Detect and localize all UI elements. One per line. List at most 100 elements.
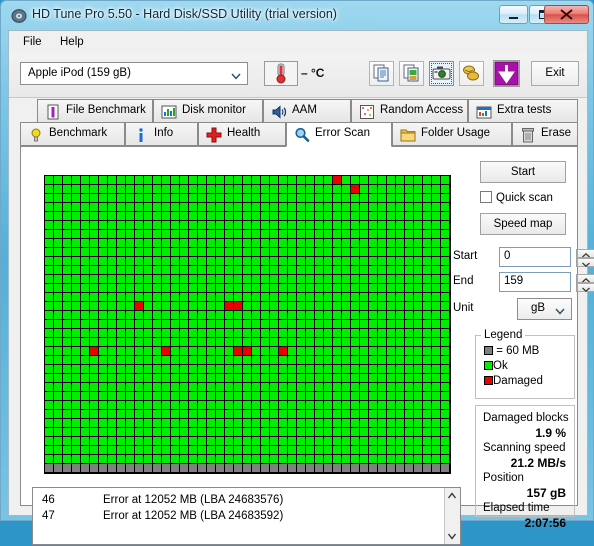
block-map[interactable]	[44, 175, 451, 474]
minimize-button[interactable]	[499, 5, 528, 24]
block-cell	[378, 419, 386, 427]
unit-select[interactable]: gB	[517, 298, 572, 320]
menu-file[interactable]: File	[17, 35, 48, 50]
camera-icon[interactable]	[429, 61, 454, 86]
scroll-down-icon[interactable]	[445, 529, 459, 543]
block-cell	[360, 464, 368, 472]
block-cell	[297, 419, 305, 427]
log-scrollbar[interactable]	[444, 488, 460, 544]
block-cell	[162, 248, 170, 256]
block-cell	[261, 320, 269, 328]
block-cell	[135, 311, 143, 319]
drive-select[interactable]: Apple iPod (159 gB)	[20, 62, 248, 85]
tab-erase[interactable]: Erase	[512, 122, 578, 146]
block-cell	[414, 446, 422, 454]
block-cell	[243, 212, 251, 220]
block-cell	[333, 203, 341, 211]
block-cell	[144, 212, 152, 220]
block-cell	[315, 212, 323, 220]
block-cell	[243, 374, 251, 382]
block-cell	[171, 275, 179, 283]
tab-aam[interactable]: AAM	[263, 99, 351, 123]
quick-scan-checkbox[interactable]: Quick scan	[480, 191, 553, 204]
tab-file-benchmark[interactable]: File Benchmark	[37, 99, 153, 123]
block-cell	[432, 419, 440, 427]
block-cell	[432, 320, 440, 328]
tab-folder-usage[interactable]: Folder Usage	[392, 122, 512, 146]
checkbox-box	[480, 191, 492, 203]
block-cell	[189, 455, 197, 463]
block-cell	[387, 464, 395, 472]
block-cell	[45, 239, 53, 247]
block-cell	[189, 266, 197, 274]
block-cell	[396, 230, 404, 238]
block-cell	[396, 176, 404, 184]
block-cell	[81, 428, 89, 436]
block-cell	[270, 410, 278, 418]
menu-help-label: Help	[60, 36, 84, 48]
tab-error-scan[interactable]: Error Scan	[286, 122, 392, 147]
scroll-up-icon[interactable]	[445, 489, 459, 503]
spin-down-icon[interactable]	[577, 283, 594, 293]
toolbar: Apple iPod (159 gB) – °C Exit	[9, 53, 587, 98]
block-cell	[108, 257, 116, 265]
error-log[interactable]: 46 Error at 12052 MB (LBA 24683576) 47 E…	[32, 487, 461, 545]
block-cell	[252, 302, 260, 310]
block-cell	[162, 320, 170, 328]
tab-benchmark[interactable]: Benchmark	[20, 122, 125, 146]
tab-info[interactable]: Info	[125, 122, 198, 146]
stat-value-position: 157 gB	[526, 486, 566, 500]
block-cell	[234, 176, 242, 184]
start-input[interactable]: 0	[499, 247, 594, 268]
block-cell	[369, 455, 377, 463]
block-cell	[189, 464, 197, 472]
block-cell	[360, 428, 368, 436]
end-input[interactable]: 159	[499, 272, 594, 293]
exit-button[interactable]: Exit	[531, 61, 579, 86]
block-cell	[261, 203, 269, 211]
block-cell	[234, 392, 242, 400]
block-cell	[207, 266, 215, 274]
block-cell	[81, 311, 89, 319]
gold-coins-icon[interactable]	[459, 61, 484, 86]
block-cell	[396, 419, 404, 427]
block-cell	[441, 347, 449, 355]
end-spinner-row: End 159	[453, 272, 594, 293]
block-cell	[297, 446, 305, 454]
copy-document-icon[interactable]	[369, 61, 394, 86]
block-cell	[414, 428, 422, 436]
start-button[interactable]: Start	[480, 161, 566, 183]
block-cell	[135, 374, 143, 382]
block-cell	[270, 311, 278, 319]
tab-health[interactable]: Health	[198, 122, 286, 146]
speed-map-button[interactable]: Speed map	[480, 213, 566, 235]
block-cell	[45, 230, 53, 238]
tab-extra-tests[interactable]: Extra tests	[468, 99, 578, 123]
menu-help[interactable]: Help	[54, 35, 90, 50]
block-cell	[387, 329, 395, 337]
block-cell	[171, 455, 179, 463]
block-cell	[198, 392, 206, 400]
tab-disk-monitor[interactable]: Disk monitor	[153, 99, 263, 123]
block-cell	[441, 428, 449, 436]
spin-up-icon[interactable]	[577, 249, 594, 258]
block-cell	[378, 185, 386, 193]
block-cell	[387, 212, 395, 220]
block-cell	[288, 221, 296, 229]
purple-down-arrow-icon[interactable]	[493, 60, 520, 87]
copy-image-icon[interactable]	[399, 61, 424, 86]
start-spin-buttons[interactable]	[576, 249, 594, 268]
block-cell	[414, 419, 422, 427]
spin-down-icon[interactable]	[577, 258, 594, 268]
block-cell	[333, 455, 341, 463]
block-cell	[306, 320, 314, 328]
block-cell	[45, 392, 53, 400]
end-spin-buttons[interactable]	[576, 274, 594, 293]
start-spinner-row: Start 0	[453, 247, 594, 268]
spin-up-icon[interactable]	[577, 274, 594, 283]
tab-random-access[interactable]: Random Access	[351, 99, 468, 123]
block-cell	[369, 419, 377, 427]
close-button[interactable]	[544, 5, 589, 24]
block-cell	[180, 203, 188, 211]
block-cell	[441, 365, 449, 373]
